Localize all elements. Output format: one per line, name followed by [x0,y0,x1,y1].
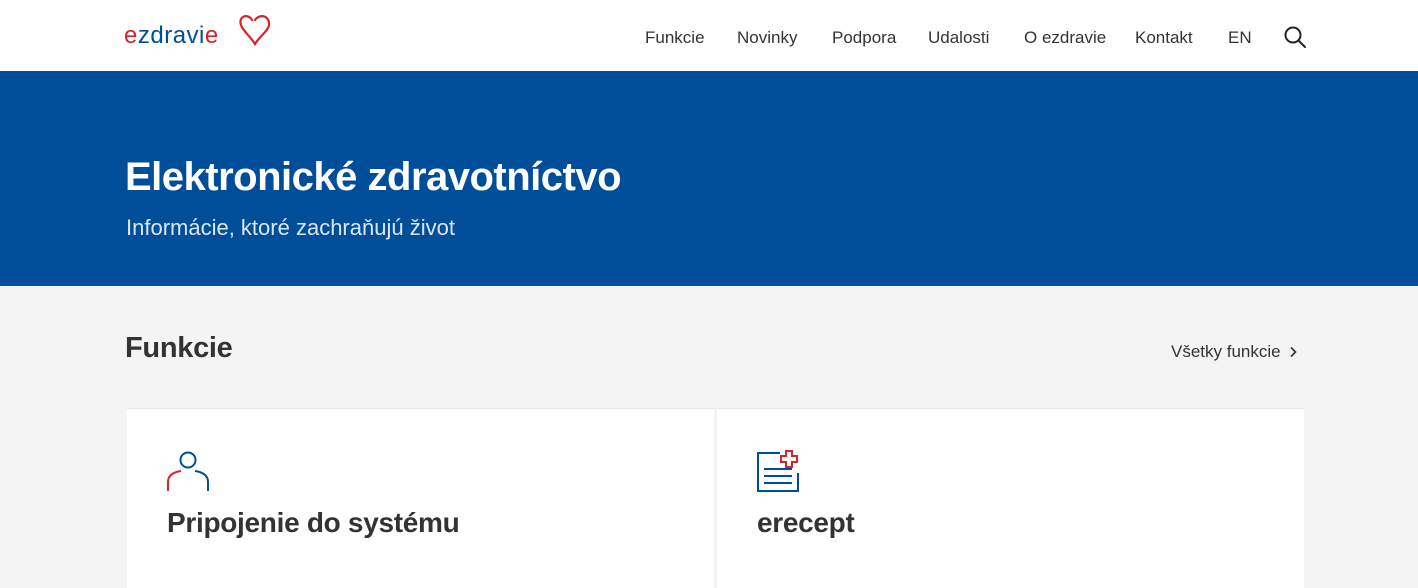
site-header: ezdravie Funkcie Novinky Podpora Udalost… [0,0,1418,71]
nav-item-udalosti[interactable]: Udalosti [928,26,989,50]
prescription-icon [757,450,799,492]
nav-item-kontakt[interactable]: Kontakt [1135,26,1193,50]
card-title: erecept [757,507,855,538]
main-nav: Funkcie Novinky Podpora Udalosti O ezdra… [0,26,1418,50]
section-title: Funkcie [125,332,233,364]
nav-item-novinky[interactable]: Novinky [737,26,797,50]
feature-card-pripojenie[interactable]: Pripojenie do systému [127,408,714,588]
hero-subtitle: Informácie, ktoré zachraňujú život [126,215,455,240]
nav-item-o-ezdravie[interactable]: O ezdravie [1024,26,1106,50]
user-icon [167,451,209,491]
language-switch[interactable]: EN [1228,26,1252,50]
hero-banner: Elektronické zdravotníctvo Informácie, k… [0,71,1418,286]
all-functions-label: Všetky funkcie [1171,342,1281,361]
search-icon[interactable] [1283,25,1307,49]
chevron-right-icon [1290,346,1297,358]
card-title: Pripojenie do systému [167,507,460,538]
all-functions-link[interactable]: Všetky funkcie [1171,342,1297,362]
hero-title: Elektronické zdravotníctvo [125,155,622,199]
nav-item-funkcie[interactable]: Funkcie [645,26,705,50]
nav-item-podpora[interactable]: Podpora [832,26,896,50]
feature-card-erecept[interactable]: erecept [717,408,1304,588]
